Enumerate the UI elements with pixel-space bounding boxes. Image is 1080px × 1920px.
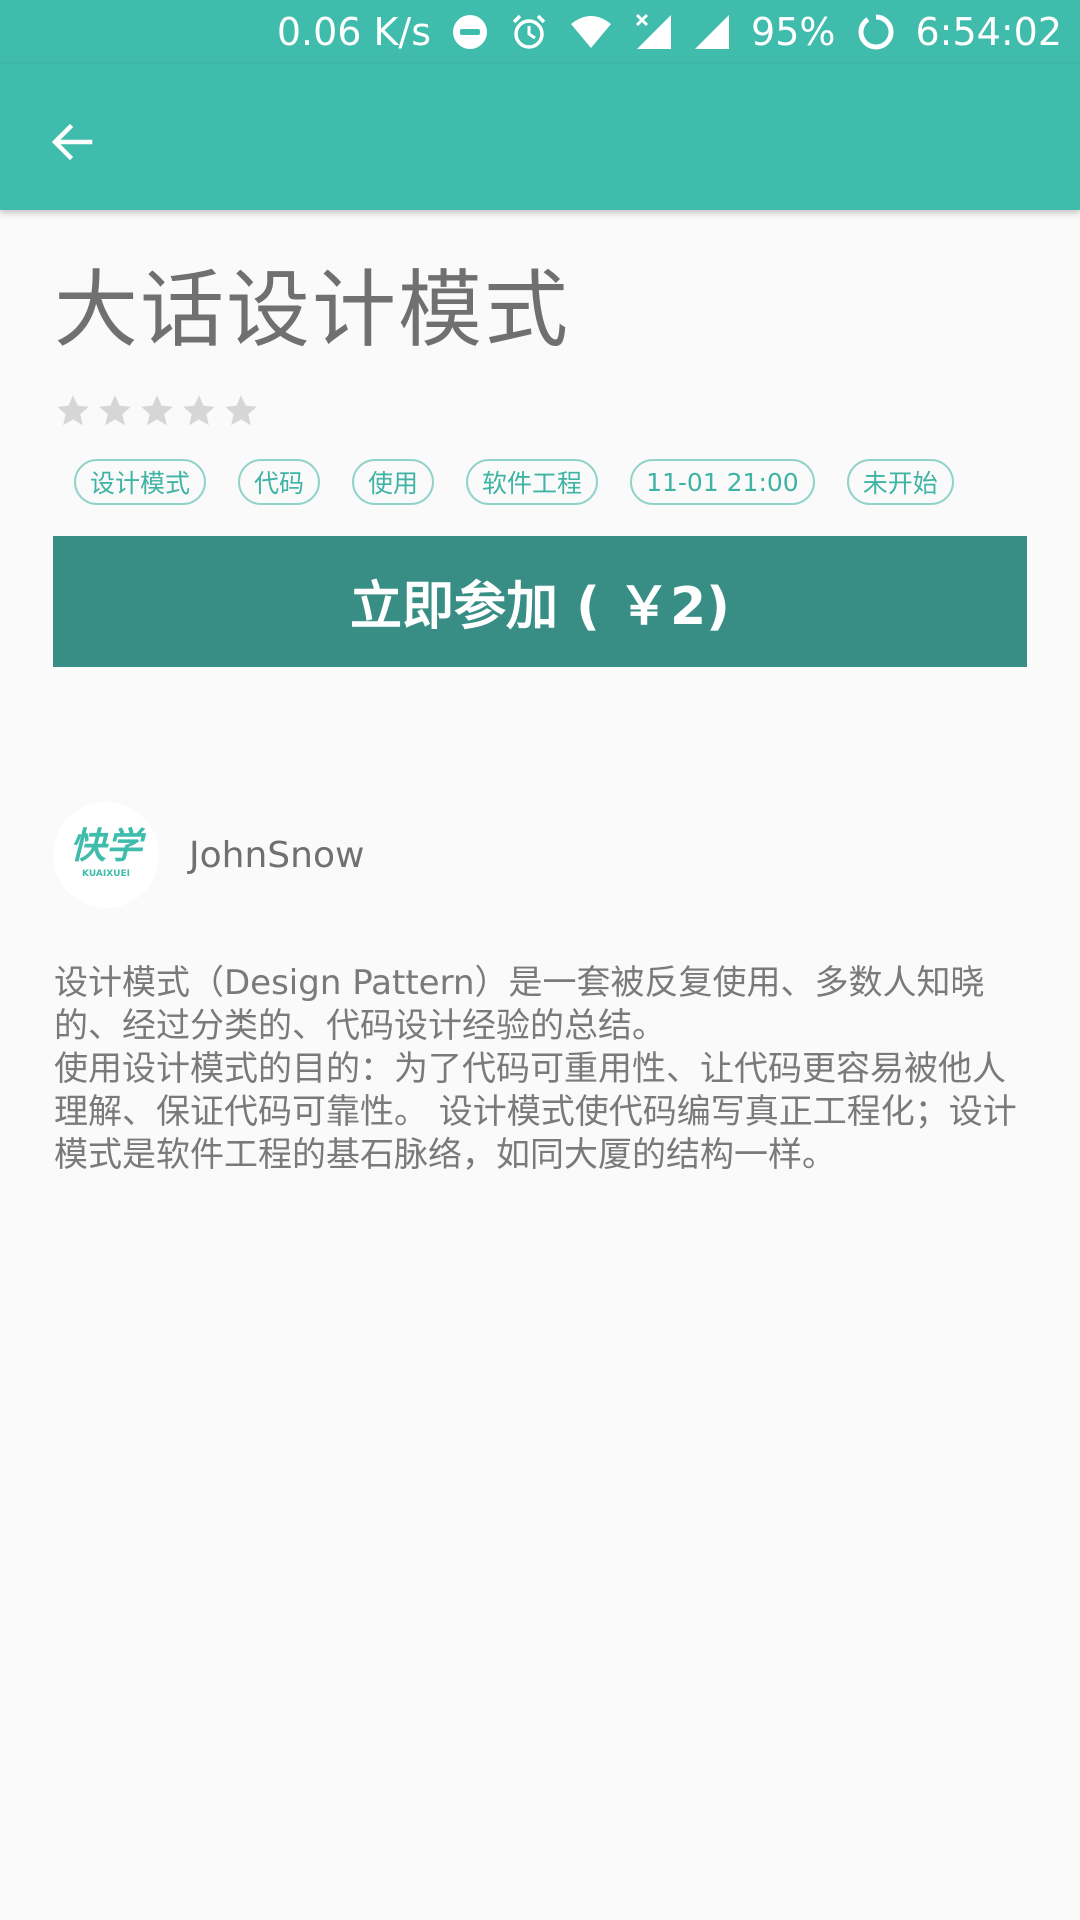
kuaixue-logo-icon: 快学 KUAIXUEI (53, 802, 159, 908)
star-icon (57, 395, 89, 426)
battery-percent: 95% (751, 10, 836, 54)
star-icon (141, 395, 173, 426)
status-chip[interactable]: 未开始 (846, 459, 954, 505)
star-icon (183, 395, 215, 426)
alarm-icon (509, 12, 549, 52)
course-title: 大话设计模式 (54, 261, 571, 359)
join-now-button[interactable]: 立即参加 ( ￥2) (53, 536, 1027, 667)
star-icon (99, 395, 131, 426)
signal-icon (693, 13, 731, 51)
star-icon (225, 395, 257, 426)
tag-list: 设计模式 代码 使用 软件工程 11-01 21:00 未开始 (74, 459, 954, 505)
battery-ring-icon (856, 12, 896, 52)
tag-chip[interactable]: 软件工程 (466, 459, 599, 505)
back-button[interactable] (30, 102, 114, 186)
app-bar (0, 64, 1080, 210)
avatar[interactable]: 快学 KUAIXUEI (53, 802, 159, 908)
clock: 6:54:02 (915, 10, 1063, 54)
rating-stars (54, 392, 260, 430)
tag-chip[interactable]: 使用 (352, 459, 435, 505)
tag-chip[interactable]: 设计模式 (74, 459, 207, 505)
schedule-chip[interactable]: 11-01 21:00 (630, 459, 815, 505)
avatar-logo-text: 快学 (70, 826, 147, 867)
arrow-back-icon (48, 118, 96, 170)
author-row[interactable]: 快学 KUAIXUEI JohnSnow (53, 802, 364, 908)
signal-no-sim-icon (633, 13, 673, 51)
author-name[interactable]: JohnSnow (189, 835, 364, 876)
dnd-icon (451, 13, 489, 51)
status-bar: 0.06 K/s 95% 6:54:02 (0, 0, 1080, 64)
network-speed: 0.06 K/s (276, 10, 432, 54)
course-description: 设计模式（Design Pattern）是一套被反复使用、多数人知晓的、经过分类… (54, 963, 1017, 1175)
wifi-icon (569, 14, 613, 50)
avatar-logo-subtext: KUAIXUEI (82, 869, 130, 879)
tag-chip[interactable]: 代码 (238, 459, 321, 505)
